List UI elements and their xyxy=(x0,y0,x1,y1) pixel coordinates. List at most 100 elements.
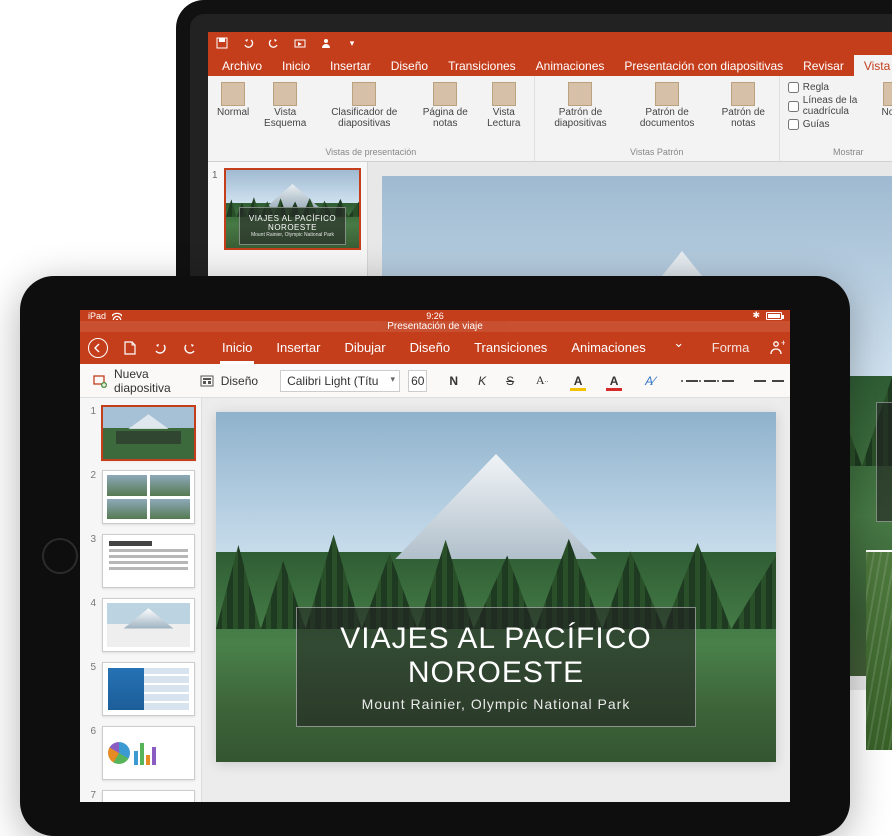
ipad-tab-dibujar[interactable]: Dibujar xyxy=(342,332,387,364)
font-size-input[interactable]: 60 xyxy=(408,370,427,392)
bluetooth-icon: ✱ xyxy=(752,310,760,321)
chk-ruler[interactable]: Regla xyxy=(788,82,871,93)
chk-gridlines[interactable]: Líneas de la cuadrícula xyxy=(788,95,871,117)
ipad-tabs-more[interactable]: ⌄ xyxy=(668,332,690,354)
notes-icon xyxy=(883,82,892,106)
tab-vista[interactable]: Vista xyxy=(854,55,892,76)
font-format-button[interactable]: A.. xyxy=(528,369,556,393)
show-checkboxes: Regla Líneas de la cuadrícula Guías xyxy=(788,80,871,132)
ipad-slide-canvas[interactable]: VIAJES AL PACÍFICO NOROESTE Mount Rainie… xyxy=(202,398,790,802)
chk-guides[interactable]: Guías xyxy=(788,119,871,130)
desktop-slide-title-box: AL P Mount Ra xyxy=(876,402,892,522)
account-icon[interactable] xyxy=(320,37,332,49)
btn-slide-master[interactable]: Patrón de diapositivas xyxy=(543,80,619,131)
layout-icon xyxy=(199,373,215,389)
italic-button[interactable]: K xyxy=(472,370,492,392)
tab-insertar[interactable]: Insertar xyxy=(320,55,381,76)
notes-master-icon xyxy=(731,82,755,106)
ribbon-group-vistas-patron: Patrón de diapositivas Patrón de documen… xyxy=(535,76,780,161)
ipad-thumb-3[interactable]: 3 xyxy=(86,534,195,588)
tab-transiciones[interactable]: Transiciones xyxy=(438,55,526,76)
strikethrough-button[interactable]: S xyxy=(500,370,520,392)
ipad-thumb-4[interactable]: 4 xyxy=(86,598,195,652)
ipad-tab-animaciones[interactable]: Animaciones xyxy=(569,332,647,364)
highlight-icon: A xyxy=(570,373,586,389)
outline-view-icon xyxy=(273,82,297,106)
highlight-button[interactable]: A xyxy=(564,369,592,393)
desktop-ribbon: Normal Vista Esquema Clasificador de dia… xyxy=(208,76,892,162)
new-slide-button[interactable]: Nueva diapositiva xyxy=(86,363,177,399)
ipad-slide-title: VIAJES AL PACÍFICO NOROESTE xyxy=(297,622,695,690)
ipad-tab-inicio[interactable]: Inicio xyxy=(220,332,254,364)
svg-text:+: + xyxy=(781,339,785,348)
normal-view-icon xyxy=(221,82,245,106)
notes-page-icon xyxy=(433,82,457,106)
btn-reading-view[interactable]: Vista Lectura xyxy=(482,80,526,131)
undo-icon[interactable] xyxy=(242,37,254,49)
ipad-tab-forma[interactable]: Forma xyxy=(710,332,752,364)
btn-notes-master[interactable]: Patrón de notas xyxy=(716,80,771,131)
reading-view-icon xyxy=(492,82,516,106)
ipad-tab-diseno[interactable]: Diseño xyxy=(408,332,452,364)
tab-diseno[interactable]: Diseño xyxy=(381,55,438,76)
desktop-ribbon-tabs: Archivo Inicio Insertar Diseño Transicio… xyxy=(208,54,892,76)
btn-slide-sorter[interactable]: Clasificador de diapositivas xyxy=(320,80,408,131)
ipad-format-toolbar: Nueva diapositiva Diseño Calibri Light (… xyxy=(80,364,790,398)
bold-button[interactable]: N xyxy=(443,370,464,392)
back-button[interactable] xyxy=(88,337,108,359)
handout-master-icon xyxy=(655,82,679,106)
ipad-slide-thumbnails: 1 2 3 4 5 xyxy=(80,398,202,802)
btn-notes-page[interactable]: Página de notas xyxy=(419,80,473,131)
status-time: 9:26 xyxy=(426,311,444,321)
ipad-redo-icon[interactable] xyxy=(182,337,198,359)
font-color-button[interactable]: A xyxy=(600,369,628,393)
desktop-thumb-1[interactable]: 1 VIAJES AL PACÍFICO NOROESTE Mount Rain… xyxy=(214,168,361,250)
share-button[interactable]: + xyxy=(765,337,787,359)
redo-icon[interactable] xyxy=(268,37,280,49)
layout-button[interactable]: Diseño xyxy=(193,369,264,393)
ipad-thumb-5[interactable]: 5 xyxy=(86,662,195,716)
tab-presentacion[interactable]: Presentación con diapositivas xyxy=(614,55,793,76)
desktop-slide-grass-image xyxy=(866,550,892,750)
ipad-tab-transiciones[interactable]: Transiciones xyxy=(472,332,549,364)
clear-format-icon: A⁄ xyxy=(642,373,658,389)
ipad-thumb-1[interactable]: 1 xyxy=(86,406,195,460)
tab-animaciones[interactable]: Animaciones xyxy=(526,55,615,76)
font-family-select[interactable]: Calibri Light (Títu xyxy=(280,370,400,392)
start-from-beginning-icon[interactable] xyxy=(294,37,306,49)
font-format-icon: A.. xyxy=(534,373,550,389)
slide-sorter-icon xyxy=(352,82,376,106)
save-icon[interactable] xyxy=(216,37,228,49)
back-arrow-icon xyxy=(88,338,108,358)
numbered-list-button[interactable] xyxy=(748,374,790,388)
ipad-undo-icon[interactable] xyxy=(152,337,168,359)
ipad-doc-title: Presentación de viaje xyxy=(80,321,790,332)
ipad-slide-subtitle: Mount Rainier, Olympic National Park xyxy=(362,696,631,712)
clear-format-button[interactable]: A⁄ xyxy=(636,369,664,393)
qat-more-icon[interactable]: ▾ xyxy=(346,37,358,49)
btn-handout-master[interactable]: Patrón de documentos xyxy=(628,80,705,131)
battery-icon xyxy=(766,312,782,320)
ipad-tab-insertar[interactable]: Insertar xyxy=(274,332,322,364)
ipad-powerpoint-app: iPad 9:26 ✱ Presentación de viaje xyxy=(80,310,790,802)
ipad-thumb-2[interactable]: 2 xyxy=(86,470,195,524)
slide-master-icon xyxy=(568,82,592,106)
ipad-slide-title-box[interactable]: VIAJES AL PACÍFICO NOROESTE Mount Rainie… xyxy=(296,607,696,727)
btn-notes-toggle[interactable]: Notas xyxy=(881,80,892,121)
ipad-editor: 1 2 3 4 5 xyxy=(80,398,790,802)
ribbon-group-mostrar: Regla Líneas de la cuadrícula Guías Nota… xyxy=(780,76,892,161)
btn-normal-view[interactable]: Normal xyxy=(216,80,250,121)
ipad-slide: VIAJES AL PACÍFICO NOROESTE Mount Rainie… xyxy=(216,412,776,762)
status-carrier: iPad xyxy=(88,311,106,321)
ipad-thumb-7[interactable]: 7 xyxy=(86,790,195,802)
btn-outline-view[interactable]: Vista Esquema xyxy=(260,80,310,131)
ribbon-group-vistas-presentacion: Normal Vista Esquema Clasificador de dia… xyxy=(208,76,535,161)
font-color-icon: A xyxy=(606,373,622,389)
ipad-thumb-6[interactable]: 6 xyxy=(86,726,195,780)
tab-inicio[interactable]: Inicio xyxy=(272,55,320,76)
file-button[interactable] xyxy=(122,337,138,359)
bullet-list-button[interactable] xyxy=(680,374,740,388)
tab-revisar[interactable]: Revisar xyxy=(793,55,854,76)
ios-status-bar: iPad 9:26 ✱ xyxy=(80,310,790,321)
tab-archivo[interactable]: Archivo xyxy=(212,55,272,76)
